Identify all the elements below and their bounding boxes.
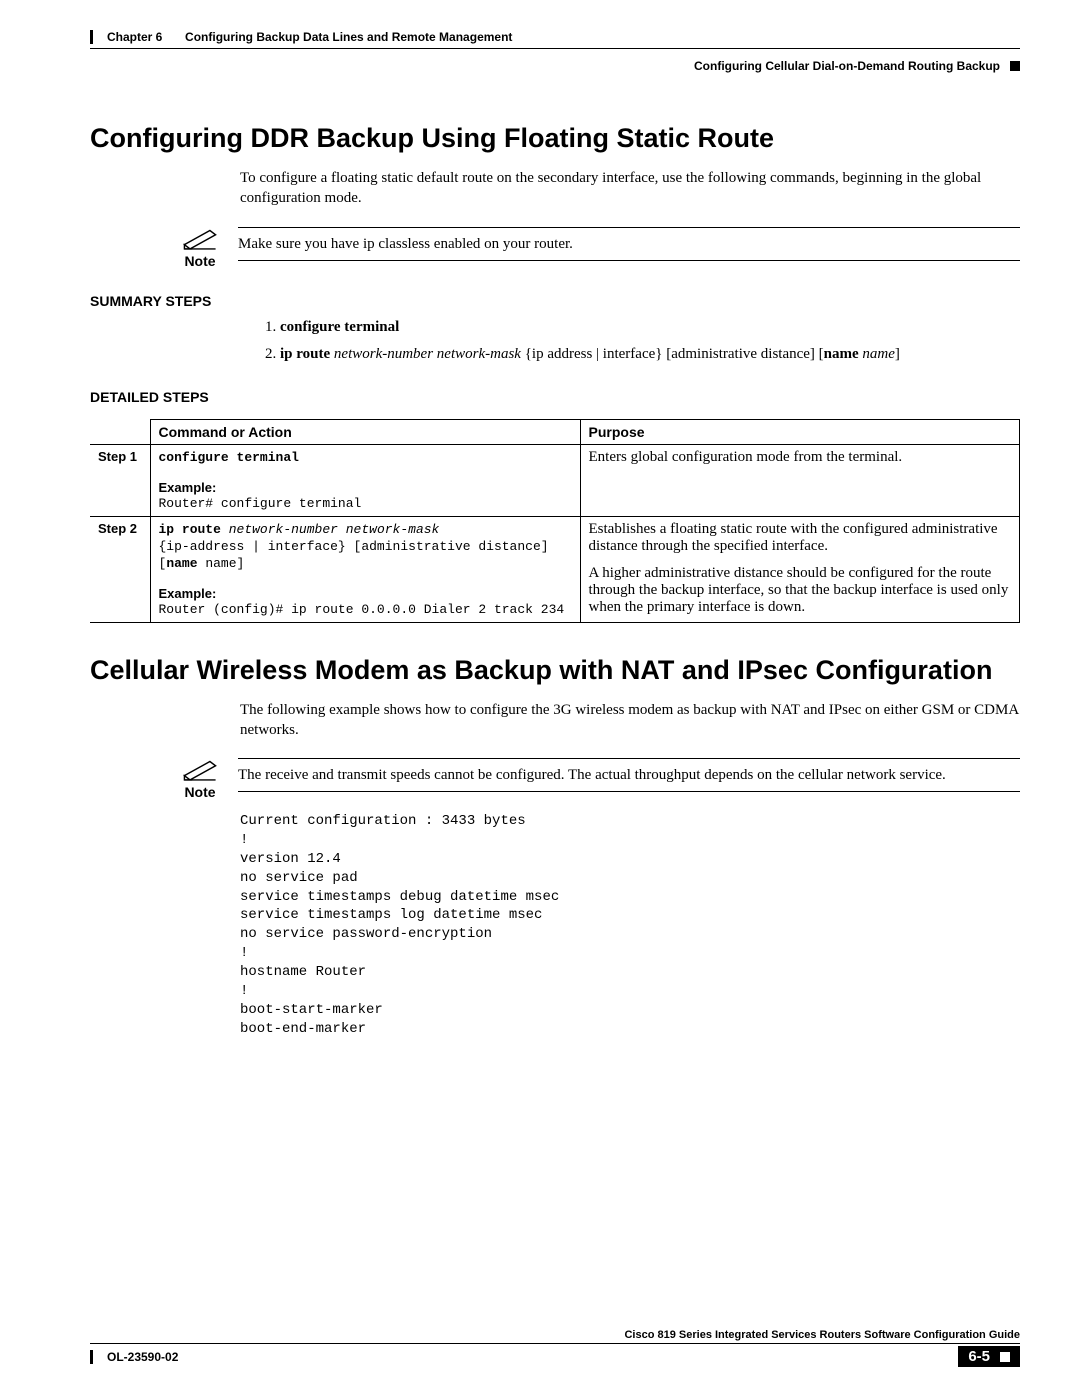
step1-command-cell: configure terminal Example: Router# conf… [150, 444, 580, 516]
footer-page-number: 6-5 [968, 1348, 990, 1365]
intro-ddr: To configure a floating static default r… [240, 168, 1020, 209]
header-divider [90, 48, 1020, 49]
col-header-command: Command or Action [150, 419, 580, 444]
table-row-step1: Step 1 configure terminal Example: Route… [90, 444, 1020, 516]
intro-cellular: The following example shows how to confi… [240, 700, 1020, 741]
running-footer: Cisco 819 Series Integrated Services Rou… [90, 1329, 1020, 1367]
chapter-ref: Chapter 6 [107, 30, 162, 44]
config-listing: Current configuration : 3433 bytes ! ver… [240, 812, 1020, 1039]
header-marker-icon [1010, 61, 1020, 71]
summary-step-1: configure terminal [280, 317, 1020, 338]
note-ddr: Note Make sure you have ip classless ena… [180, 227, 1020, 269]
note-label: Note [184, 253, 215, 269]
detailed-steps-heading: DETAILED STEPS [90, 389, 1020, 405]
footer-guide-title: Cisco 819 Series Integrated Services Rou… [90, 1329, 1020, 1341]
chapter-title: Configuring Backup Data Lines and Remote… [185, 30, 512, 44]
step2-command-cell: ip route network-number network-mask {ip… [150, 516, 580, 622]
note-text: Make sure you have ip classless enabled … [238, 227, 1020, 261]
step-number: Step 1 [90, 444, 150, 516]
summary-steps-list: configure terminal ip route network-numb… [240, 317, 1020, 365]
note-pencil-icon [183, 758, 217, 782]
note-label: Note [184, 784, 215, 800]
note-text: The receive and transmit speeds cannot b… [238, 758, 1020, 792]
table-header-row: Command or Action Purpose [90, 419, 1020, 444]
step2-purpose-cell: Establishes a floating static route with… [580, 516, 1020, 622]
note-cellular: Note The receive and transmit speeds can… [180, 758, 1020, 800]
summary-steps-heading: SUMMARY STEPS [90, 293, 1020, 309]
heading-cellular-modem-backup: Cellular Wireless Modem as Backup with N… [90, 655, 1020, 686]
footer-divider [90, 1343, 1020, 1344]
footer-marker-icon [1000, 1352, 1010, 1362]
section-title-right: Configuring Cellular Dial-on-Demand Rout… [694, 59, 1000, 73]
footer-rule-icon [90, 1350, 93, 1364]
step1-purpose-cell: Enters global configuration mode from th… [580, 444, 1020, 516]
footer-page-badge: 6-5 [958, 1346, 1020, 1367]
detailed-steps-table: Command or Action Purpose Step 1 configu… [90, 419, 1020, 623]
summary-step-2: ip route network-number network-mask {ip… [280, 344, 1020, 365]
col-header-purpose: Purpose [580, 419, 1020, 444]
footer-doc-id: OL-23590-02 [107, 1350, 178, 1364]
table-row-step2: Step 2 ip route network-number network-m… [90, 516, 1020, 622]
header-rule-icon [90, 30, 93, 44]
step-number: Step 2 [90, 516, 150, 622]
heading-ddr-backup: Configuring DDR Backup Using Floating St… [90, 123, 1020, 154]
running-header: Chapter 6 Configuring Backup Data Lines … [90, 30, 1020, 73]
note-pencil-icon [183, 227, 217, 251]
